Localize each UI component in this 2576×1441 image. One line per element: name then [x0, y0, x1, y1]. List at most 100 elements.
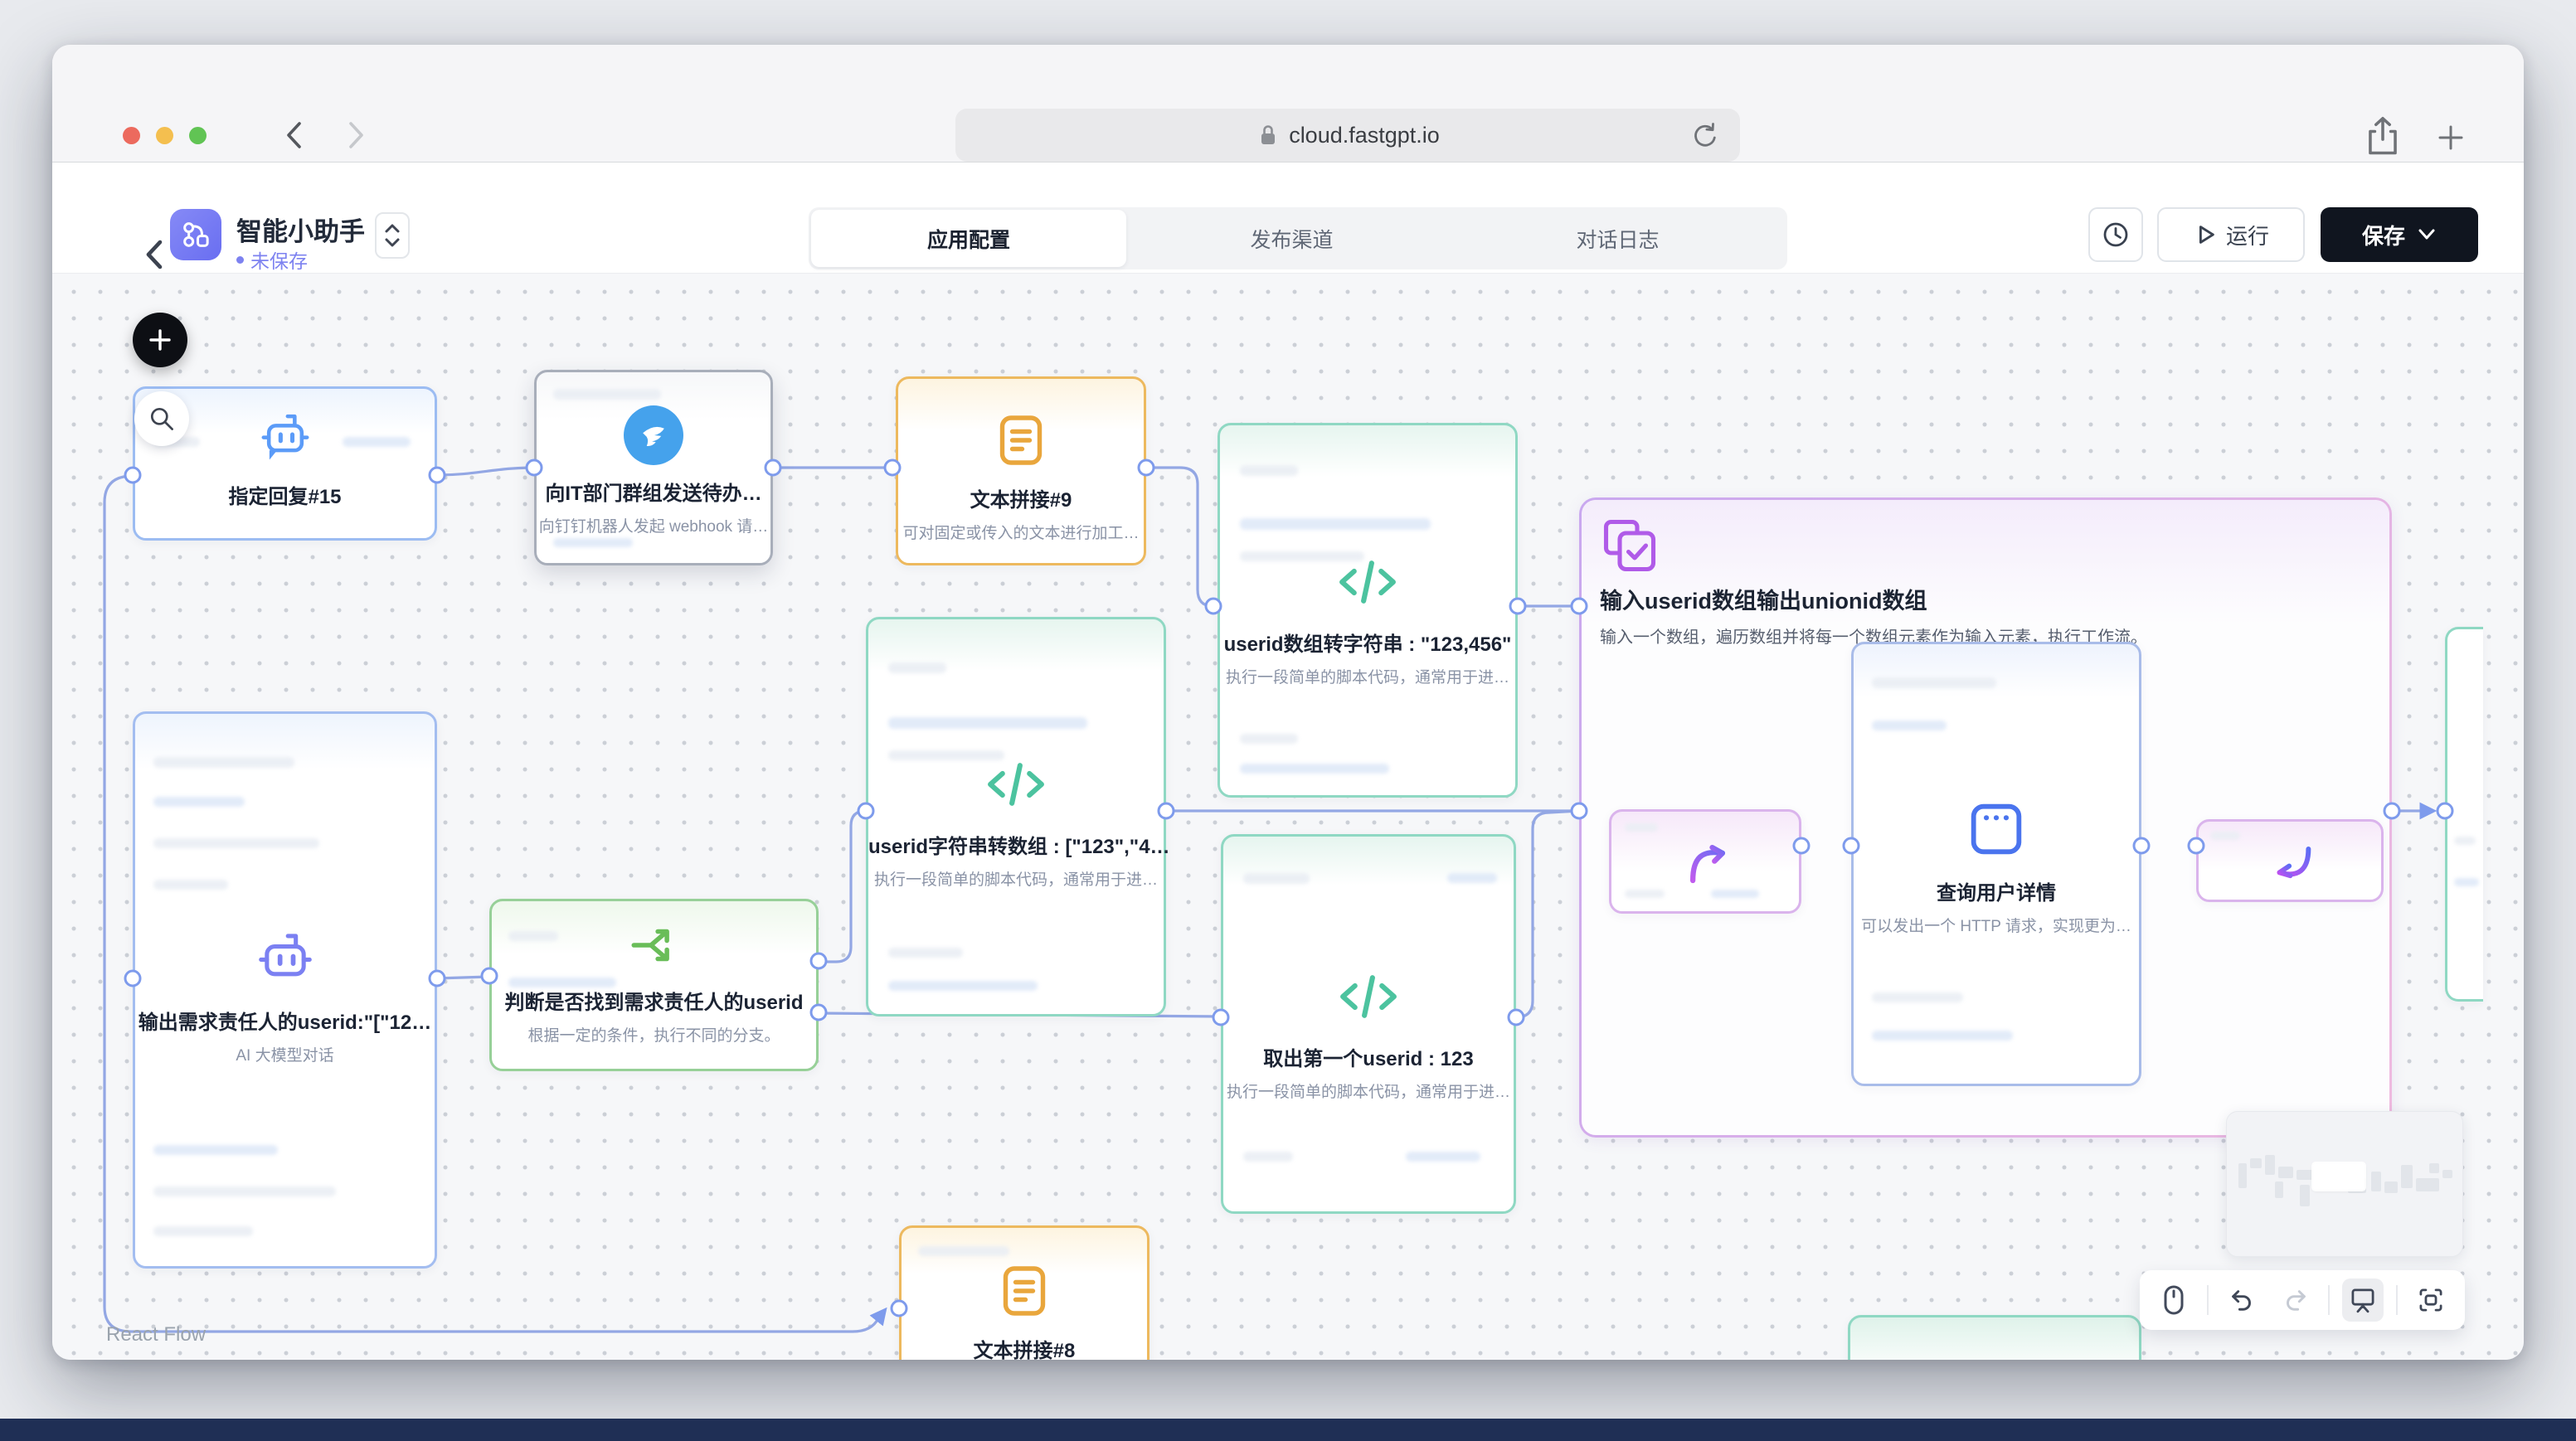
- play-icon: [2193, 222, 2218, 247]
- node-dingtalk-webhook[interactable]: 向IT部门群组发送待办… 向钉钉机器人发起 webhook 请…: [534, 370, 773, 565]
- code-icon: [984, 750, 1048, 818]
- save-button[interactable]: 保存: [2321, 207, 2478, 262]
- node-code-first-userid[interactable]: 取出第一个userid : 123 执行一段简单的脚本代码，通常用于进…: [1221, 834, 1516, 1214]
- plus-icon: [146, 326, 174, 354]
- handle[interactable]: [1213, 1009, 1230, 1026]
- presentation-icon: [2347, 1284, 2379, 1316]
- handle[interactable]: [526, 459, 543, 477]
- handle[interactable]: [1508, 1009, 1525, 1026]
- loop-end-arrow-icon: [2262, 838, 2323, 890]
- handle[interactable]: [124, 467, 142, 484]
- presentation-mode-button[interactable]: [2342, 1278, 2384, 1322]
- minimap-viewport[interactable]: [2313, 1163, 2365, 1190]
- app-switcher-button[interactable]: [375, 212, 410, 259]
- app-icon[interactable]: [170, 209, 221, 260]
- node-http-request[interactable]: 查询用户详情 可以发出一个 HTTP 请求，实现更为…: [1851, 642, 2141, 1086]
- workflow-canvas[interactable]: 输入userid数组输出unionid数组 输入一个数组，遍历数组并将每一个数组…: [52, 274, 2524, 1360]
- address-bar[interactable]: cloud.fastgpt.io: [955, 109, 1740, 162]
- handle[interactable]: [2133, 837, 2151, 855]
- node-code-array-to-string[interactable]: userid数组转字符串 : "123,456" 执行一段简单的脚本代码，通常用…: [1218, 423, 1518, 798]
- handle[interactable]: [429, 467, 446, 484]
- node-ai-chat[interactable]: 输出需求责任人的userid:"["12… AI 大模型对话: [133, 711, 437, 1269]
- status-dot: [236, 256, 244, 264]
- tab-publish-channel[interactable]: 发布渠道: [1129, 207, 1455, 269]
- loop-icon: [1600, 513, 1660, 578]
- mouse-icon: [2160, 1283, 2187, 1317]
- text-doc-icon: [994, 1259, 1054, 1322]
- undo-button[interactable]: [2221, 1278, 2263, 1322]
- share-icon[interactable]: [2363, 114, 2403, 158]
- chevron-up-down-icon: [382, 219, 403, 252]
- refresh-icon[interactable]: [1689, 119, 1720, 151]
- close-window-button[interactable]: [123, 127, 140, 144]
- chevron-down-icon: [2417, 228, 2437, 241]
- handle[interactable]: [858, 803, 875, 820]
- node-partial-bottom[interactable]: [1848, 1315, 2141, 1360]
- header-tabs: 应用配置 发布渠道 对话日志: [809, 207, 1787, 269]
- tab-chat-logs[interactable]: 对话日志: [1455, 207, 1781, 269]
- toolbar-divider: [2207, 1285, 2209, 1315]
- fit-view-button[interactable]: [2410, 1278, 2452, 1322]
- new-tab-icon[interactable]: [2434, 121, 2467, 154]
- desktop-bottom-strip: [0, 1419, 2576, 1441]
- url-text: cloud.fastgpt.io: [1289, 123, 1440, 148]
- zoom-window-button[interactable]: [189, 127, 207, 144]
- lock-icon: [1256, 122, 1281, 148]
- toolbar-divider: [2396, 1285, 2398, 1315]
- handle[interactable]: [429, 970, 446, 987]
- node-branch-judge[interactable]: 判断是否找到需求责任人的userid 根据一定的条件，执行不同的分支。: [489, 899, 819, 1071]
- chat-robot-icon: [257, 409, 313, 468]
- code-icon: [1335, 548, 1400, 616]
- tab-app-config[interactable]: 应用配置: [811, 210, 1126, 267]
- handle[interactable]: [1205, 598, 1222, 615]
- minimize-window-button[interactable]: [156, 127, 173, 144]
- handle[interactable]: [2437, 803, 2454, 820]
- minimap[interactable]: [2226, 1111, 2463, 1257]
- handle[interactable]: [124, 970, 142, 987]
- toolbar-divider: [2328, 1285, 2330, 1315]
- app-title: 智能小助手: [236, 211, 365, 248]
- handle[interactable]: [1138, 459, 1155, 477]
- fit-view-icon: [2415, 1284, 2447, 1316]
- loop-node-title: 输入userid数组输出unionid数组 输入一个数组，遍历数组并将每一个数组…: [1600, 583, 2147, 648]
- history-button[interactable]: [2088, 207, 2143, 262]
- handle[interactable]: [765, 459, 782, 477]
- node-text-concat-9[interactable]: 文本拼接#9 可对固定或传入的文本进行加工…: [896, 376, 1146, 565]
- run-button[interactable]: 运行: [2157, 207, 2305, 262]
- node-loop-end[interactable]: [2196, 819, 2384, 902]
- handle[interactable]: [481, 968, 498, 985]
- dingtalk-icon: [624, 405, 683, 465]
- node-code-string-to-array[interactable]: userid字符串转数组 : ["123","4… 执行一段简单的脚本代码，通常…: [866, 617, 1166, 1016]
- workflow-glyph-icon: [179, 218, 212, 251]
- handle[interactable]: [1843, 837, 1860, 855]
- node-text-concat-8[interactable]: 文本拼接#8: [899, 1225, 1149, 1360]
- search-icon: [147, 404, 177, 434]
- handle[interactable]: [2188, 837, 2205, 855]
- handle[interactable]: [1158, 803, 1175, 820]
- redo-button[interactable]: [2275, 1278, 2316, 1322]
- handle[interactable]: [810, 1004, 828, 1021]
- browser-back-icon[interactable]: [278, 118, 313, 153]
- canvas-toolbar: [2140, 1270, 2465, 1330]
- handle[interactable]: [810, 953, 828, 970]
- code-icon: [1336, 963, 1401, 1031]
- browser-window: cloud.fastgpt.io 智能小助手 未保存 应用配置 发布渠道 对话日…: [52, 45, 2524, 1360]
- back-icon[interactable]: [139, 235, 172, 274]
- node-loop-start[interactable]: [1609, 809, 1801, 914]
- redo-icon: [2280, 1284, 2311, 1316]
- handle[interactable]: [1571, 803, 1588, 820]
- handle[interactable]: [2384, 803, 2401, 820]
- browser-toolbar: cloud.fastgpt.io: [52, 45, 2524, 163]
- handle[interactable]: [891, 1300, 908, 1317]
- handle[interactable]: [1793, 837, 1810, 855]
- mouse-mode-button[interactable]: [2153, 1278, 2194, 1322]
- handle[interactable]: [1509, 598, 1527, 615]
- browser-forward-icon[interactable]: [338, 118, 372, 153]
- loop-start-arrow-icon: [1676, 835, 1739, 890]
- branch-icon: [627, 916, 682, 974]
- add-node-button[interactable]: [133, 313, 187, 367]
- handle[interactable]: [1571, 598, 1588, 615]
- handle[interactable]: [884, 459, 902, 477]
- http-window-icon: [1962, 793, 2030, 865]
- search-node-button[interactable]: [134, 391, 189, 446]
